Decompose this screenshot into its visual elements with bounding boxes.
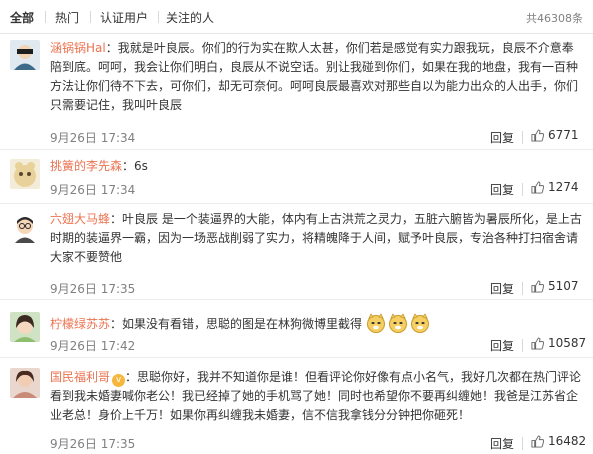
like-count: 1274	[548, 180, 579, 194]
comment-tabs: 全部 热门 认证用户 关注的人 共46308条	[0, 0, 593, 34]
doge-emoji-icon	[366, 313, 386, 333]
tab-divider	[158, 11, 159, 23]
verified-badge-icon: v	[112, 374, 126, 387]
username-link[interactable]: 柠檬绿苏苏	[50, 317, 110, 331]
comment-text: ：叶良辰 是一个装逼界的大能，体内有上古洪荒之灵力，五脏六腑皆为暑辰所化，是上古…	[50, 212, 582, 264]
comment-item: 挑簧的李先森：6s 9月26日 17:34 回复 1274	[0, 150, 593, 204]
like-count: 10587	[548, 336, 587, 350]
action-divider	[522, 282, 523, 295]
comment-time: 9月26日 17:34	[50, 131, 136, 145]
reply-button[interactable]: 回复	[490, 181, 514, 198]
username-link[interactable]: 国民福利哥	[50, 370, 110, 384]
comment-time: 9月26日 17:34	[50, 183, 136, 197]
tab-following[interactable]: 关注的人	[166, 9, 214, 26]
action-divider	[522, 437, 523, 450]
tab-verified[interactable]: 认证用户	[100, 9, 148, 26]
action-divider	[522, 131, 523, 144]
tab-hot[interactable]: 热门	[55, 9, 79, 26]
action-divider	[522, 183, 523, 196]
like-count: 6771	[548, 128, 579, 142]
comment-text: ：如果没有看错，思聪的图是在林狗微博里截得	[110, 317, 363, 331]
like-count: 16482	[548, 434, 587, 448]
comment-total-count: 共46308条	[526, 12, 583, 25]
like-count: 5107	[548, 279, 579, 293]
avatar[interactable]	[10, 159, 40, 189]
comment-text: ：我就是叶良辰。你们的行为实在欺人太甚，你们若是感觉有实力跟我玩，良辰不介意奉陪…	[50, 41, 579, 112]
avatar[interactable]	[10, 312, 40, 342]
thumbs-up-icon	[531, 128, 544, 142]
username-link[interactable]: 六翅大马蜂	[50, 212, 110, 226]
reply-button[interactable]: 回复	[490, 337, 514, 354]
like-button[interactable]: 10587	[531, 336, 586, 350]
thumbs-up-icon	[531, 279, 544, 293]
comment-item: 六翅大马蜂：叶良辰 是一个装逼界的大能，体内有上古洪荒之灵力，五脏六腑皆为暑辰所…	[0, 204, 593, 300]
comment-text: ：思聪你好，我并不知道你是谁！但看评论你好像有点小名气，我好几次都在热门评论看到…	[50, 370, 582, 422]
reply-button[interactable]: 回复	[490, 129, 514, 146]
comment-time: 9月26日 17:42	[50, 339, 136, 353]
tab-all[interactable]: 全部	[10, 9, 34, 26]
like-button[interactable]: 16482	[531, 434, 586, 448]
comment-item: 国民福利哥 v ：思聪你好，我并不知道你是谁！但看评论你好像有点小名气，我好几次都在…	[0, 358, 593, 454]
comment-text: ：6s	[122, 159, 148, 173]
tab-divider	[45, 11, 46, 23]
thumbs-up-icon	[531, 180, 544, 194]
like-button[interactable]: 1274	[531, 180, 579, 194]
avatar[interactable]	[10, 368, 40, 398]
username-link[interactable]: 涵锅锅Hal	[50, 41, 106, 55]
doge-emoji-icon	[410, 313, 430, 333]
like-button[interactable]: 5107	[531, 279, 579, 293]
reply-button[interactable]: 回复	[490, 280, 514, 297]
comment-item: 涵锅锅Hal：我就是叶良辰。你们的行为实在欺人太甚，你们若是感觉有实力跟我玩，良…	[0, 34, 593, 150]
action-divider	[522, 339, 523, 352]
avatar[interactable]	[10, 213, 40, 243]
comment-time: 9月26日 17:35	[50, 437, 136, 451]
tab-divider	[90, 11, 91, 23]
avatar[interactable]	[10, 40, 40, 70]
doge-emoji-icon	[388, 313, 408, 333]
username-link[interactable]: 挑簧的李先森	[50, 159, 122, 173]
reply-button[interactable]: 回复	[490, 435, 514, 452]
comment-item: 柠檬绿苏苏：如果没有看错，思聪的图是在林狗微博里截得 9月26日 17:42 回…	[0, 300, 593, 358]
comment-time: 9月26日 17:35	[50, 282, 136, 296]
thumbs-up-icon	[531, 336, 544, 350]
thumbs-up-icon	[531, 434, 544, 448]
like-button[interactable]: 6771	[531, 128, 579, 142]
